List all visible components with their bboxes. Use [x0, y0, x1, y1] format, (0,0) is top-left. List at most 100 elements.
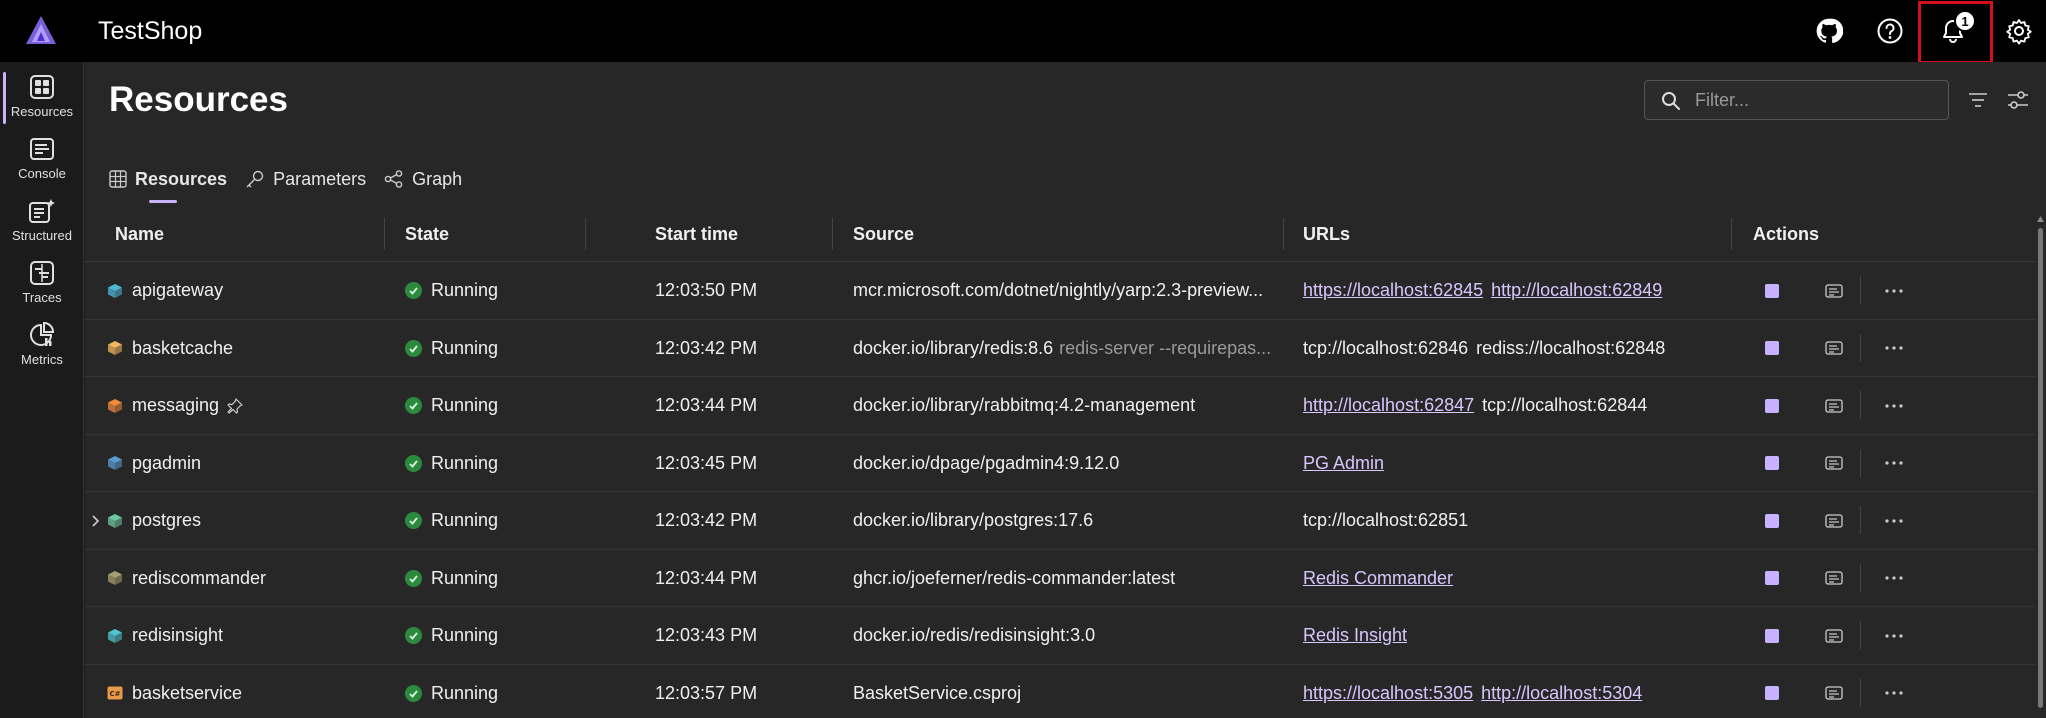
url-link[interactable]: Redis Insight: [1303, 625, 1407, 646]
tab-label: Parameters: [273, 168, 367, 189]
column-header-source[interactable]: Source: [853, 206, 914, 262]
url-link[interactable]: http://localhost:5304: [1481, 683, 1642, 704]
stop-button[interactable]: [1757, 607, 1787, 664]
column-resize-handle[interactable]: [1283, 218, 1284, 250]
source-image: docker.io/library/postgres:17.6: [853, 510, 1094, 530]
table-row[interactable]: apigateway Running 12:03:50 PM mcr.microsof…: [85, 262, 2035, 320]
stop-button[interactable]: [1757, 262, 1787, 319]
sidebar-item-console[interactable]: Console: [0, 128, 84, 188]
github-button[interactable]: [1810, 12, 1848, 50]
container-icon: [108, 456, 122, 470]
resource-name[interactable]: redisinsight: [132, 625, 223, 646]
more-actions-button[interactable]: [1879, 320, 1909, 377]
more-actions-button[interactable]: [1879, 665, 1909, 718]
cell-start-time: 12:03:45 PM: [655, 452, 758, 473]
resource-name[interactable]: pgadmin: [132, 453, 201, 474]
column-header-name[interactable]: Name: [115, 206, 164, 262]
url-link[interactable]: https://localhost:5305: [1303, 683, 1473, 704]
url-link[interactable]: PG Admin: [1303, 453, 1384, 474]
tab-resources[interactable]: Resources: [109, 158, 227, 203]
search-icon: [1662, 92, 1680, 110]
console-logs-button[interactable]: [1819, 665, 1849, 718]
console-logs-button[interactable]: [1819, 262, 1849, 319]
column-resize-handle[interactable]: [1731, 218, 1732, 250]
url-link[interactable]: https://localhost:62845: [1303, 280, 1483, 301]
console-logs-button[interactable]: [1819, 435, 1849, 492]
column-header-start-time[interactable]: Start time: [655, 206, 738, 262]
more-actions-button[interactable]: [1879, 377, 1909, 434]
column-resize-handle[interactable]: [832, 218, 833, 250]
app-title[interactable]: TestShop: [98, 17, 202, 46]
console-logs-button[interactable]: [1819, 320, 1849, 377]
more-actions-button[interactable]: [1879, 435, 1909, 492]
column-header-actions[interactable]: Actions: [1753, 206, 1819, 262]
scroll-thumb[interactable]: [2038, 228, 2043, 708]
scroll-up-icon[interactable]: [2035, 214, 2046, 224]
table-header: Name State Start time Source URLs Action…: [85, 206, 2035, 262]
pin-icon[interactable]: [227, 397, 243, 414]
sidebar-item-metrics[interactable]: Metrics: [0, 314, 84, 374]
resource-name[interactable]: rediscommander: [132, 568, 266, 589]
stop-button[interactable]: [1757, 435, 1787, 492]
stop-button[interactable]: [1757, 665, 1787, 718]
sidebar-item-structured[interactable]: Structured: [0, 190, 84, 250]
url-link[interactable]: Redis Commander: [1303, 568, 1453, 589]
table-row[interactable]: postgres Running 12:03:42 PM docker.io/libr…: [85, 492, 2035, 550]
more-actions-button[interactable]: [1879, 550, 1909, 607]
table-row[interactable]: redisinsight Running 12:03:43 PM docker.io/…: [85, 607, 2035, 665]
table-row[interactable]: messaging Running 12:03:44 PM docker.io/lib…: [85, 377, 2035, 435]
resource-name[interactable]: apigateway: [132, 280, 223, 301]
filter-input[interactable]: [1695, 89, 1935, 111]
table-row[interactable]: C# basketservice Running 12:03:57 PM BasketS…: [85, 665, 2035, 718]
table-row[interactable]: basketcache Running 12:03:42 PM docker.io/l…: [85, 320, 2035, 377]
help-button[interactable]: [1871, 12, 1909, 50]
more-actions-button[interactable]: [1879, 492, 1909, 549]
cell-name: pgadmin: [107, 435, 201, 492]
filter-options-button[interactable]: [1962, 84, 1994, 116]
tab-graph[interactable]: Graph: [384, 158, 462, 200]
column-header-urls[interactable]: URLs: [1303, 206, 1350, 262]
state-text: Running: [431, 452, 499, 473]
column-header-state[interactable]: State: [405, 206, 449, 262]
url-link[interactable]: http://localhost:62847: [1303, 395, 1474, 416]
table-row[interactable]: pgadmin Running 12:03:45 PM docker.io/dpage…: [85, 435, 2035, 492]
graph-icon: [384, 170, 403, 188]
more-actions-button[interactable]: [1879, 262, 1909, 319]
sidebar-item-traces[interactable]: Traces: [0, 252, 84, 312]
table-icon: [109, 170, 127, 188]
stop-button[interactable]: [1757, 377, 1787, 434]
source-image: mcr.microsoft.com/dotnet/nightly/yarp:2.…: [853, 280, 1264, 300]
sidebar: Resources Console Structured Traces Metr…: [0, 62, 84, 718]
cell-start-time: 12:03:43 PM: [655, 625, 758, 645]
console-logs-icon: [1825, 456, 1843, 470]
column-settings-button[interactable]: [2002, 84, 2034, 116]
action-separator: [1860, 621, 1861, 649]
resource-name[interactable]: postgres: [132, 510, 201, 531]
expand-row-button[interactable]: [91, 492, 101, 549]
aspire-logo-icon[interactable]: [24, 14, 58, 46]
console-logs-button[interactable]: [1819, 607, 1849, 664]
column-resize-handle[interactable]: [384, 218, 385, 250]
resource-name[interactable]: basketservice: [132, 683, 242, 704]
url-text: tcp://localhost:62844: [1482, 395, 1648, 415]
stop-button[interactable]: [1757, 550, 1787, 607]
console-logs-button[interactable]: [1819, 550, 1849, 607]
console-logs-icon: [1825, 398, 1843, 413]
stop-button[interactable]: [1757, 320, 1787, 377]
more-actions-button[interactable]: [1879, 607, 1909, 664]
console-icon: [30, 138, 54, 160]
cell-source: docker.io/library/redis:8.6 redis-server …: [853, 320, 1271, 377]
console-logs-button[interactable]: [1819, 492, 1849, 549]
resource-name[interactable]: basketcache: [132, 338, 233, 359]
resource-name[interactable]: messaging: [132, 395, 219, 416]
sidebar-item-resources[interactable]: Resources: [0, 66, 84, 126]
url-link[interactable]: http://localhost:62849: [1491, 280, 1662, 301]
column-resize-handle[interactable]: [585, 218, 586, 250]
tab-parameters[interactable]: Parameters: [245, 158, 366, 200]
settings-button[interactable]: [2000, 12, 2038, 50]
stop-button[interactable]: [1757, 492, 1787, 549]
table-scrollbar[interactable]: [2035, 206, 2046, 718]
stop-icon: [1765, 398, 1779, 413]
console-logs-button[interactable]: [1819, 377, 1849, 434]
table-row[interactable]: rediscommander Running 12:03:44 PM ghcr.io/…: [85, 550, 2035, 607]
